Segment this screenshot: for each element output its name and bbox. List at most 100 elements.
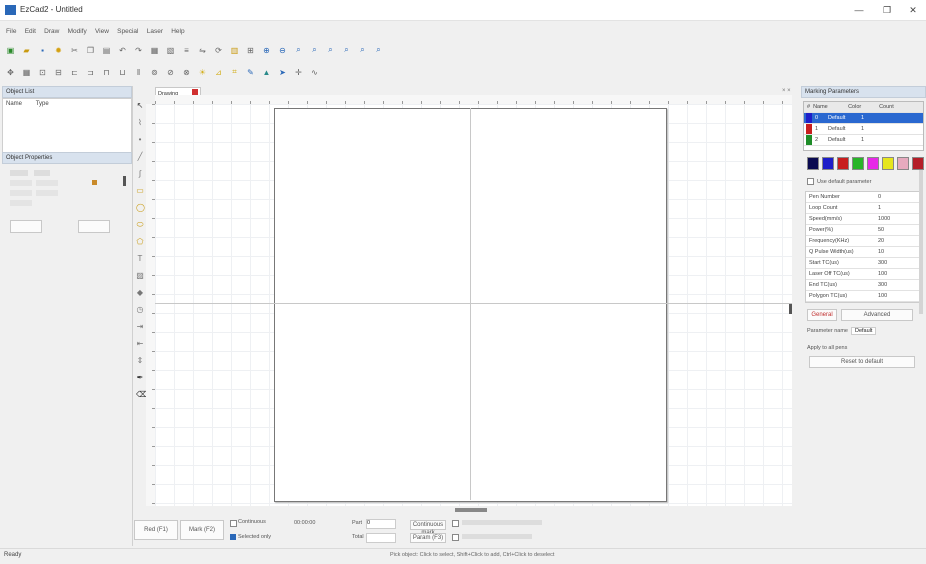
eraser-tool-icon[interactable]: ⌫ bbox=[136, 389, 147, 400]
line-tool-icon[interactable]: ╱ bbox=[136, 151, 144, 162]
intersect-icon[interactable]: ⊗ bbox=[180, 66, 193, 79]
param-row[interactable]: Start TC(us) 300 bbox=[806, 258, 919, 269]
swatch-green[interactable] bbox=[852, 157, 864, 170]
arrow-icon[interactable]: ➤ bbox=[276, 66, 289, 79]
param-row[interactable]: End TC(us) 300 bbox=[806, 280, 919, 291]
menu-special[interactable]: Special bbox=[117, 25, 138, 38]
width-field[interactable] bbox=[36, 180, 58, 186]
reset-default-button[interactable]: Reset to default bbox=[809, 356, 915, 368]
use-default-checkbox[interactable] bbox=[807, 178, 814, 185]
cancel-button[interactable] bbox=[78, 220, 110, 233]
tab-general[interactable]: General bbox=[807, 309, 837, 321]
right-panel-scrollbar[interactable] bbox=[919, 170, 923, 314]
snap-icon[interactable]: ⊡ bbox=[36, 66, 49, 79]
menu-modify[interactable]: Modify bbox=[68, 25, 87, 38]
param-value[interactable]: 50 bbox=[875, 225, 884, 235]
menu-edit[interactable]: Edit bbox=[25, 25, 36, 38]
cut-icon[interactable]: ✂ bbox=[68, 44, 81, 57]
maximize-icon[interactable]: ❐ bbox=[876, 3, 898, 17]
param-row[interactable]: Loop Count 1 bbox=[806, 203, 919, 214]
pen-tool-vertical-icon[interactable]: ✒ bbox=[136, 372, 144, 383]
param-value[interactable]: 100 bbox=[875, 269, 887, 279]
param-value[interactable]: 1 bbox=[875, 203, 881, 213]
zoom-window-icon[interactable]: ⌕ bbox=[372, 44, 385, 57]
minimize-icon[interactable]: — bbox=[848, 3, 870, 17]
swatch-blue[interactable] bbox=[822, 157, 834, 170]
param-value[interactable]: 0 bbox=[875, 192, 881, 202]
cross-icon[interactable]: ✛ bbox=[292, 66, 305, 79]
height-field[interactable] bbox=[36, 190, 58, 196]
fill-icon[interactable]: ▲ bbox=[260, 66, 273, 79]
swatch-magenta[interactable] bbox=[867, 157, 879, 170]
swatch-red[interactable] bbox=[837, 157, 849, 170]
mirror-icon[interactable]: ⇋ bbox=[196, 44, 209, 57]
mark-button[interactable]: Mark (F2) bbox=[180, 520, 224, 540]
redo-icon[interactable]: ↷ bbox=[132, 44, 145, 57]
z-field[interactable] bbox=[10, 200, 32, 206]
param-button[interactable]: Param (F3) bbox=[410, 533, 446, 543]
convert-icon[interactable]: ⊞ bbox=[244, 44, 257, 57]
horizontal-scroll-thumb[interactable] bbox=[455, 508, 487, 512]
curve-icon[interactable]: ∿ bbox=[308, 66, 321, 79]
object-list[interactable]: Name Type bbox=[2, 98, 132, 154]
menu-file[interactable]: File bbox=[6, 25, 16, 38]
param-row[interactable]: Pen Number 0 bbox=[806, 192, 919, 203]
zoom-object-icon[interactable]: ⌕ bbox=[308, 44, 321, 57]
settings-icon[interactable]: ✹ bbox=[52, 44, 65, 57]
select-tool-icon[interactable]: ↖ bbox=[136, 100, 144, 111]
splitter-handle-icon[interactable] bbox=[123, 176, 126, 186]
new-file-icon[interactable]: ▣ bbox=[4, 44, 17, 57]
continuous-checkbox[interactable] bbox=[230, 520, 237, 527]
align-bottom-icon[interactable]: ⊔ bbox=[116, 66, 129, 79]
menu-draw[interactable]: Draw bbox=[44, 25, 59, 38]
group-icon[interactable]: ▦ bbox=[148, 44, 161, 57]
red-light-button[interactable]: Red (F1) bbox=[134, 520, 178, 540]
ellipse-tool-icon[interactable]: ⬭ bbox=[136, 219, 144, 230]
canvas-close-icon[interactable]: × × bbox=[782, 88, 791, 94]
input-port-tool-icon[interactable]: ⇥ bbox=[136, 321, 144, 332]
pen-list[interactable]: # Name Color Count 0 Default 1 1 Default… bbox=[803, 101, 924, 151]
hatch-icon[interactable]: ▥ bbox=[228, 44, 241, 57]
param-value[interactable]: 10 bbox=[875, 247, 884, 257]
total-count-field[interactable] bbox=[366, 533, 396, 543]
zoom-out-icon[interactable]: ⊖ bbox=[276, 44, 289, 57]
vector-file-tool-icon[interactable]: ◆ bbox=[136, 287, 144, 298]
part-count-field[interactable]: 0 bbox=[366, 519, 396, 529]
zoom-all-icon[interactable]: ⌕ bbox=[292, 44, 305, 57]
continuous-mark-button[interactable]: Continuous mark bbox=[410, 520, 446, 536]
menu-laser[interactable]: Laser bbox=[147, 25, 163, 38]
trim-icon[interactable]: ⊘ bbox=[164, 66, 177, 79]
param-row[interactable]: Frequency(KHz) 20 bbox=[806, 236, 919, 247]
menu-view[interactable]: View bbox=[95, 25, 109, 38]
node-tool-icon[interactable]: ⌇ bbox=[136, 117, 144, 128]
param-value[interactable]: 1000 bbox=[875, 214, 890, 224]
param-row[interactable]: Q Pulse Width(us) 10 bbox=[806, 247, 919, 258]
output-port-tool-icon[interactable]: ⇤ bbox=[136, 338, 144, 349]
pan-icon[interactable]: ⌕ bbox=[356, 44, 369, 57]
param-value[interactable]: 300 bbox=[875, 258, 887, 268]
zoom-page-icon[interactable]: ⌕ bbox=[340, 44, 353, 57]
swatch-crimson[interactable] bbox=[912, 157, 924, 170]
weld-icon[interactable]: ⊚ bbox=[148, 66, 161, 79]
param-value[interactable]: 300 bbox=[875, 280, 887, 290]
text-tool-icon[interactable]: T bbox=[136, 253, 144, 264]
selected-only-checkbox[interactable] bbox=[230, 534, 236, 540]
x-field[interactable] bbox=[10, 180, 32, 186]
extend-axis-tool-icon[interactable]: ⇕ bbox=[136, 355, 144, 366]
swatch-navy[interactable] bbox=[807, 157, 819, 170]
align-icon[interactable]: ≡ bbox=[180, 44, 193, 57]
param-row[interactable]: Speed(mm/s) 1000 bbox=[806, 214, 919, 225]
swatch-pink[interactable] bbox=[897, 157, 909, 170]
node-edit-icon[interactable]: ✥ bbox=[4, 66, 17, 79]
ungroup-icon[interactable]: ▧ bbox=[164, 44, 177, 57]
rectangle-tool-icon[interactable]: ▭ bbox=[136, 185, 144, 196]
curve-tool-icon[interactable]: ∫ bbox=[136, 168, 144, 179]
param-row[interactable]: Polygon TC(us) 100 bbox=[806, 291, 919, 302]
zoom-select-icon[interactable]: ⌕ bbox=[324, 44, 337, 57]
bitmap-tool-icon[interactable]: ▨ bbox=[136, 270, 144, 281]
align-top-icon[interactable]: ⊓ bbox=[100, 66, 113, 79]
timer-tool-icon[interactable]: ◷ bbox=[136, 304, 144, 315]
pen-row[interactable]: 1 Default 1 bbox=[804, 124, 923, 135]
vector-icon[interactable]: ⌗ bbox=[228, 66, 241, 79]
param-value[interactable]: 100 bbox=[875, 291, 887, 301]
